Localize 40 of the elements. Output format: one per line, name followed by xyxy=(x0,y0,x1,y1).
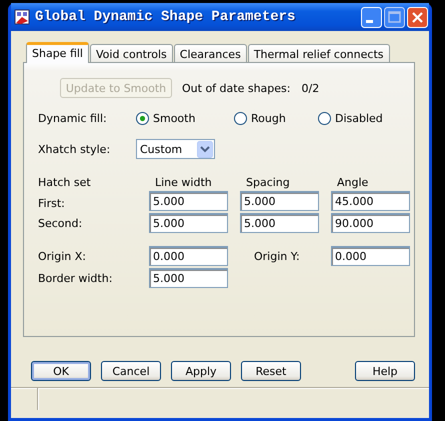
input-field[interactable]: 90.000 xyxy=(331,213,410,233)
out-of-date-count: 0/2 xyxy=(301,82,320,94)
input-field[interactable]: 5.000 xyxy=(149,191,228,211)
out-of-date-label: Out of date shapes: xyxy=(182,82,290,94)
column-header: Hatch set xyxy=(38,176,92,189)
field-label: Origin X: xyxy=(38,250,87,262)
close-icon[interactable] xyxy=(407,6,428,28)
input-field[interactable]: 5.000 xyxy=(149,268,228,288)
field-label: Dynamic fill: xyxy=(38,112,108,125)
dialog-button[interactable]: Cancel xyxy=(101,361,161,381)
radio-option[interactable]: Smooth xyxy=(136,112,234,125)
input-field[interactable]: 5.000 xyxy=(240,191,319,211)
minimize-icon[interactable] xyxy=(361,6,382,28)
input-field[interactable]: 5.000 xyxy=(149,213,228,233)
input-field[interactable]: 5.000 xyxy=(240,213,319,233)
field-label: Xhatch style: xyxy=(38,142,112,156)
row-label: Second: xyxy=(38,216,84,230)
tab[interactable]: Thermal relief connects xyxy=(248,44,390,62)
radio-option[interactable]: Disabled xyxy=(318,112,408,125)
tab[interactable]: Clearances xyxy=(174,44,247,62)
dropdown[interactable]: Custom xyxy=(136,139,215,159)
dialog-button[interactable]: Reset xyxy=(241,361,301,381)
column-header: Line width xyxy=(154,176,213,189)
input-field[interactable]: 0.000 xyxy=(149,246,228,266)
dialog-button[interactable]: Help xyxy=(355,361,415,381)
column-header: Spacing xyxy=(245,176,291,189)
radio-option[interactable]: Rough xyxy=(234,112,318,125)
dialog-button[interactable]: OK xyxy=(31,361,91,381)
dialog-button[interactable]: Apply xyxy=(171,361,231,381)
tab[interactable]: Void controls xyxy=(90,44,173,62)
field-label: Border width: xyxy=(38,272,114,284)
maximize-icon[interactable] xyxy=(384,6,405,28)
column-header: Angle xyxy=(336,176,370,189)
row-label: First: xyxy=(38,197,66,210)
app-icon xyxy=(14,9,30,25)
input-field[interactable]: 45.000 xyxy=(331,191,410,211)
field-label: Origin Y: xyxy=(253,250,301,262)
tab[interactable]: Shape fill xyxy=(26,42,89,63)
window-title: Global Dynamic Shape Parameters xyxy=(35,9,296,25)
input-field[interactable]: 0.000 xyxy=(331,246,410,266)
